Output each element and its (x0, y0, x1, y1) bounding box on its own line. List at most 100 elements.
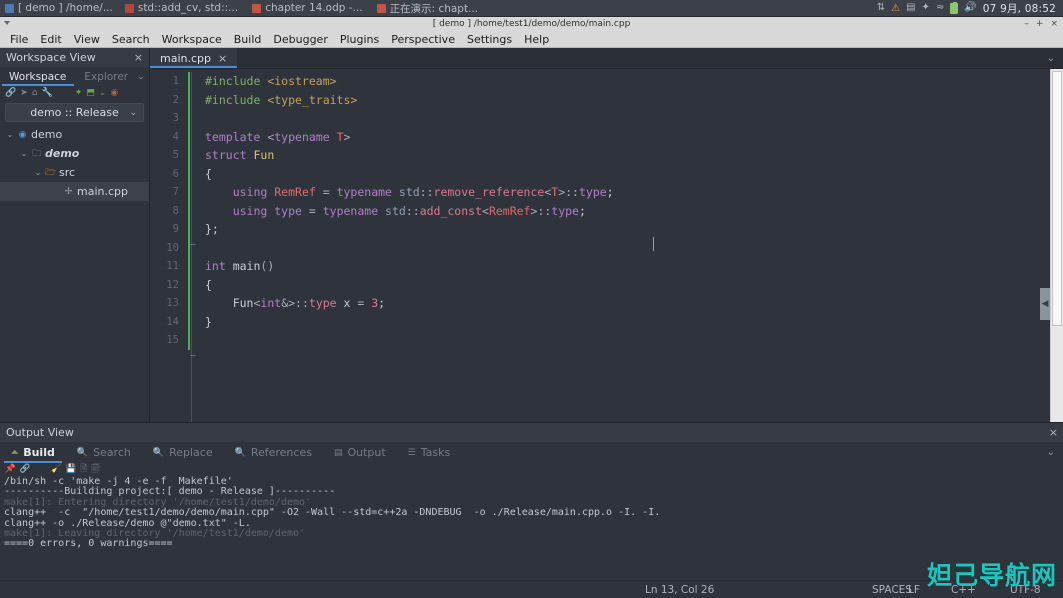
editor-vertical-scrollbar[interactable] (1050, 69, 1063, 422)
project-tree: ⌄◉demo⌄🗀demo⌄🗁src⌄✢main.cpp (0, 125, 149, 201)
window-icon (5, 3, 14, 13)
encoding-mode[interactable]: UTF-8 (1010, 584, 1041, 596)
menu-item-search[interactable]: Search (106, 31, 156, 48)
collapse-panel-arrow[interactable]: ◀ (1040, 288, 1050, 320)
chevron-down-icon[interactable]: ⌄ (32, 168, 44, 177)
taskbar-item[interactable]: std::add_cv, std::... (118, 0, 245, 16)
output-tab-tasks[interactable]: ☰ Tasks (397, 443, 462, 463)
fold-marker-line-12[interactable]: – (190, 352, 195, 361)
maximize-button[interactable]: + (1036, 19, 1044, 29)
line-ending-mode[interactable]: LF (908, 584, 920, 596)
save-icon[interactable]: 💾 (66, 465, 77, 474)
home-icon[interactable]: ⌂ (32, 88, 38, 98)
stop-icon[interactable]: ◉ (110, 88, 118, 98)
taskbar-item[interactable]: 正在演示: chapt... (370, 0, 486, 16)
code-line[interactable]: int main() (198, 257, 1063, 276)
run-icon[interactable]: ✦ (75, 88, 83, 98)
copy-icon[interactable]: 🗎 (80, 465, 87, 474)
chevron-down-icon[interactable]: ⌄ (99, 88, 107, 98)
window-controls: – + × (1024, 17, 1058, 31)
send-icon[interactable]: ➤ (20, 88, 28, 98)
wrench-icon[interactable]: 🔧 (41, 88, 52, 98)
indent-mode[interactable]: SPACES (872, 584, 912, 596)
code-line[interactable]: } (198, 313, 1063, 332)
taskbar-item[interactable]: [ demo ] /home/... (0, 0, 118, 16)
tree-item-demo[interactable]: ⌄ 🗀 demo (0, 144, 149, 163)
code-line[interactable]: #include <type_traits> (198, 91, 1063, 110)
code-line[interactable]: using RemRef = typename std::remove_refe… (198, 183, 1063, 202)
clock[interactable]: 07 9月, 08:52 (983, 1, 1056, 16)
keyboard-icon[interactable]: ▤ (906, 3, 915, 13)
chevron-down-icon[interactable]: ⌄ (1047, 447, 1063, 458)
code-editor[interactable]: 1 2 3 4 5 6 7 8 9 10 11 12 13 14 15 – – #include <iost… (150, 69, 1063, 422)
tree-item-demo[interactable]: ⌄ ◉ demo (0, 125, 149, 144)
copy-all-icon[interactable]: 🗐 (91, 465, 100, 474)
code-line[interactable]: template <typename T> (198, 128, 1063, 147)
chevron-down-icon[interactable]: ⌄ (18, 149, 30, 158)
build-icon[interactable]: ⬒ (86, 88, 95, 98)
code-line[interactable]: { (198, 276, 1063, 295)
clear-icon[interactable]: 🧹 (51, 465, 62, 474)
menu-item-debugger[interactable]: Debugger (267, 31, 333, 48)
scrollbar-thumb[interactable] (1052, 71, 1062, 326)
chevron-down-icon[interactable]: ⌄ (137, 72, 151, 82)
tree-item-src[interactable]: ⌄ 🗁 src (0, 163, 149, 182)
pin-icon[interactable]: 📌 (5, 465, 16, 474)
network-icon[interactable]: ⇅ (877, 3, 885, 13)
workspace-tab-explorer[interactable]: Explorer (75, 68, 137, 86)
build-log[interactable]: /bin/sh -c 'make -j 4 -e -f Makefile' ---… (0, 476, 1063, 550)
code-line[interactable] (198, 331, 1063, 350)
output-tab-replace[interactable]: 🔍 Replace (142, 443, 224, 463)
fold-column[interactable]: – – (186, 69, 198, 422)
output-tab-output[interactable]: ▤ Output (323, 443, 397, 463)
code-token: = (301, 203, 323, 218)
editor-tab-main-cpp[interactable]: main.cpp × (150, 48, 238, 68)
output-tab-search[interactable]: 🔍 Search (66, 443, 142, 463)
close-icon[interactable]: × (132, 51, 145, 64)
close-button[interactable]: × (1050, 19, 1058, 29)
code-line[interactable]: using type = typename std::add_const<Rem… (198, 202, 1063, 221)
code-line[interactable] (198, 109, 1063, 128)
battery-icon[interactable] (950, 1, 959, 14)
tree-item-main-cpp[interactable]: ⌄✢main.cpp (0, 182, 149, 201)
wifi-icon[interactable]: ≈ (936, 3, 944, 13)
code-token: = (357, 296, 372, 310)
code-line[interactable] (198, 239, 1063, 258)
workspace-tabs: Workspace Explorer ⌄ (0, 67, 149, 86)
code-line[interactable]: { (198, 165, 1063, 184)
chevron-down-icon[interactable]: ⌄ (1047, 53, 1063, 64)
menu-item-view[interactable]: View (68, 31, 106, 48)
warning-icon[interactable]: ⚠ (891, 3, 900, 14)
code-line[interactable]: Fun<int&>::type x = 3; (198, 294, 1063, 313)
taskbar-item[interactable]: chapter 14.odp -... (245, 0, 369, 16)
menu-item-perspective[interactable]: Perspective (385, 31, 461, 48)
menu-item-help[interactable]: Help (518, 31, 555, 48)
window-menu-icon[interactable] (4, 21, 10, 25)
output-tab-references[interactable]: 🔍 References (224, 443, 323, 463)
menu-item-workspace[interactable]: Workspace (156, 31, 228, 48)
fold-marker-line-6[interactable]: – (190, 241, 195, 250)
link-icon[interactable]: 🔗 (20, 465, 31, 474)
code-line[interactable]: struct Fun (198, 146, 1063, 165)
menu-item-file[interactable]: File (4, 31, 34, 48)
chevron-down-icon[interactable]: ⌄ (4, 130, 16, 139)
close-icon[interactable]: × (1049, 426, 1058, 439)
workspace-tab-workspace[interactable]: Workspace (0, 68, 75, 86)
link-icon[interactable]: 🔗 (5, 88, 16, 98)
bluetooth-icon[interactable]: ✦ (922, 3, 930, 13)
code-line[interactable]: #include <iostream> (198, 72, 1063, 91)
menu-item-build[interactable]: Build (228, 31, 268, 48)
volume-icon[interactable]: 🔊 (964, 3, 976, 13)
code-content[interactable]: #include <iostream> #include <type_traits… (198, 69, 1063, 422)
minimize-button[interactable]: – (1024, 19, 1029, 29)
code-line[interactable]: }; (198, 220, 1063, 239)
menu-item-edit[interactable]: Edit (34, 31, 67, 48)
menu-item-settings[interactable]: Settings (461, 31, 518, 48)
build-config-selector[interactable]: demo :: Release ⌄ (5, 103, 144, 122)
language-mode[interactable]: C++ (951, 584, 976, 596)
close-icon[interactable]: × (218, 52, 227, 65)
taskbar-item-label: [ demo ] /home/... (18, 2, 113, 14)
output-tab-build[interactable]: ⏶ Build (0, 443, 66, 463)
menu-item-plugins[interactable]: Plugins (334, 31, 385, 48)
code-token: T (336, 129, 344, 144)
